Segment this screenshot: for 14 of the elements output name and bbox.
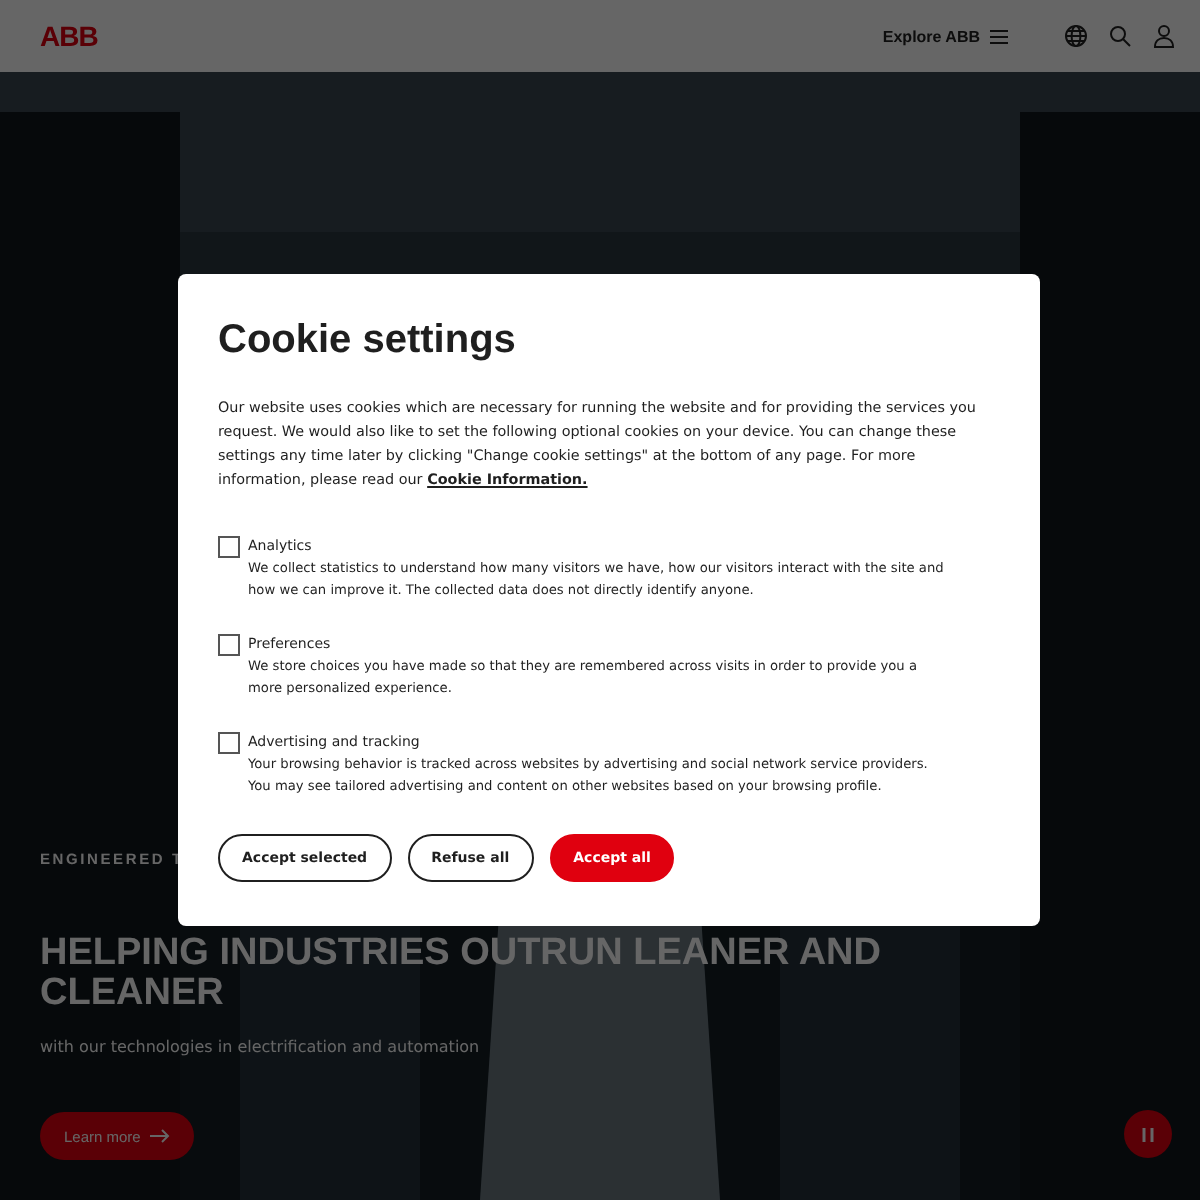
logo[interactable]: ABB: [40, 20, 98, 52]
search-icon[interactable]: [1108, 24, 1132, 48]
explore-button[interactable]: Explore ABB: [882, 27, 1008, 45]
checkbox[interactable]: [218, 536, 240, 558]
hero-subtitle: with our technologies in electrification and automation: [40, 1038, 480, 1056]
user-icon[interactable]: [1152, 24, 1176, 48]
arrow-icon: [150, 1128, 171, 1144]
menu-icon: [990, 29, 1008, 43]
pause-icon: [1142, 1127, 1154, 1141]
dialog-title: Cookie settings: [218, 318, 518, 364]
checkbox[interactable]: [218, 634, 240, 656]
checkbox[interactable]: [218, 732, 240, 754]
hero-headline: HELPING INDUSTRIES OUTRUN LEANER AND CLEANER: [40, 934, 883, 1014]
globe-icon[interactable]: [1064, 24, 1088, 48]
